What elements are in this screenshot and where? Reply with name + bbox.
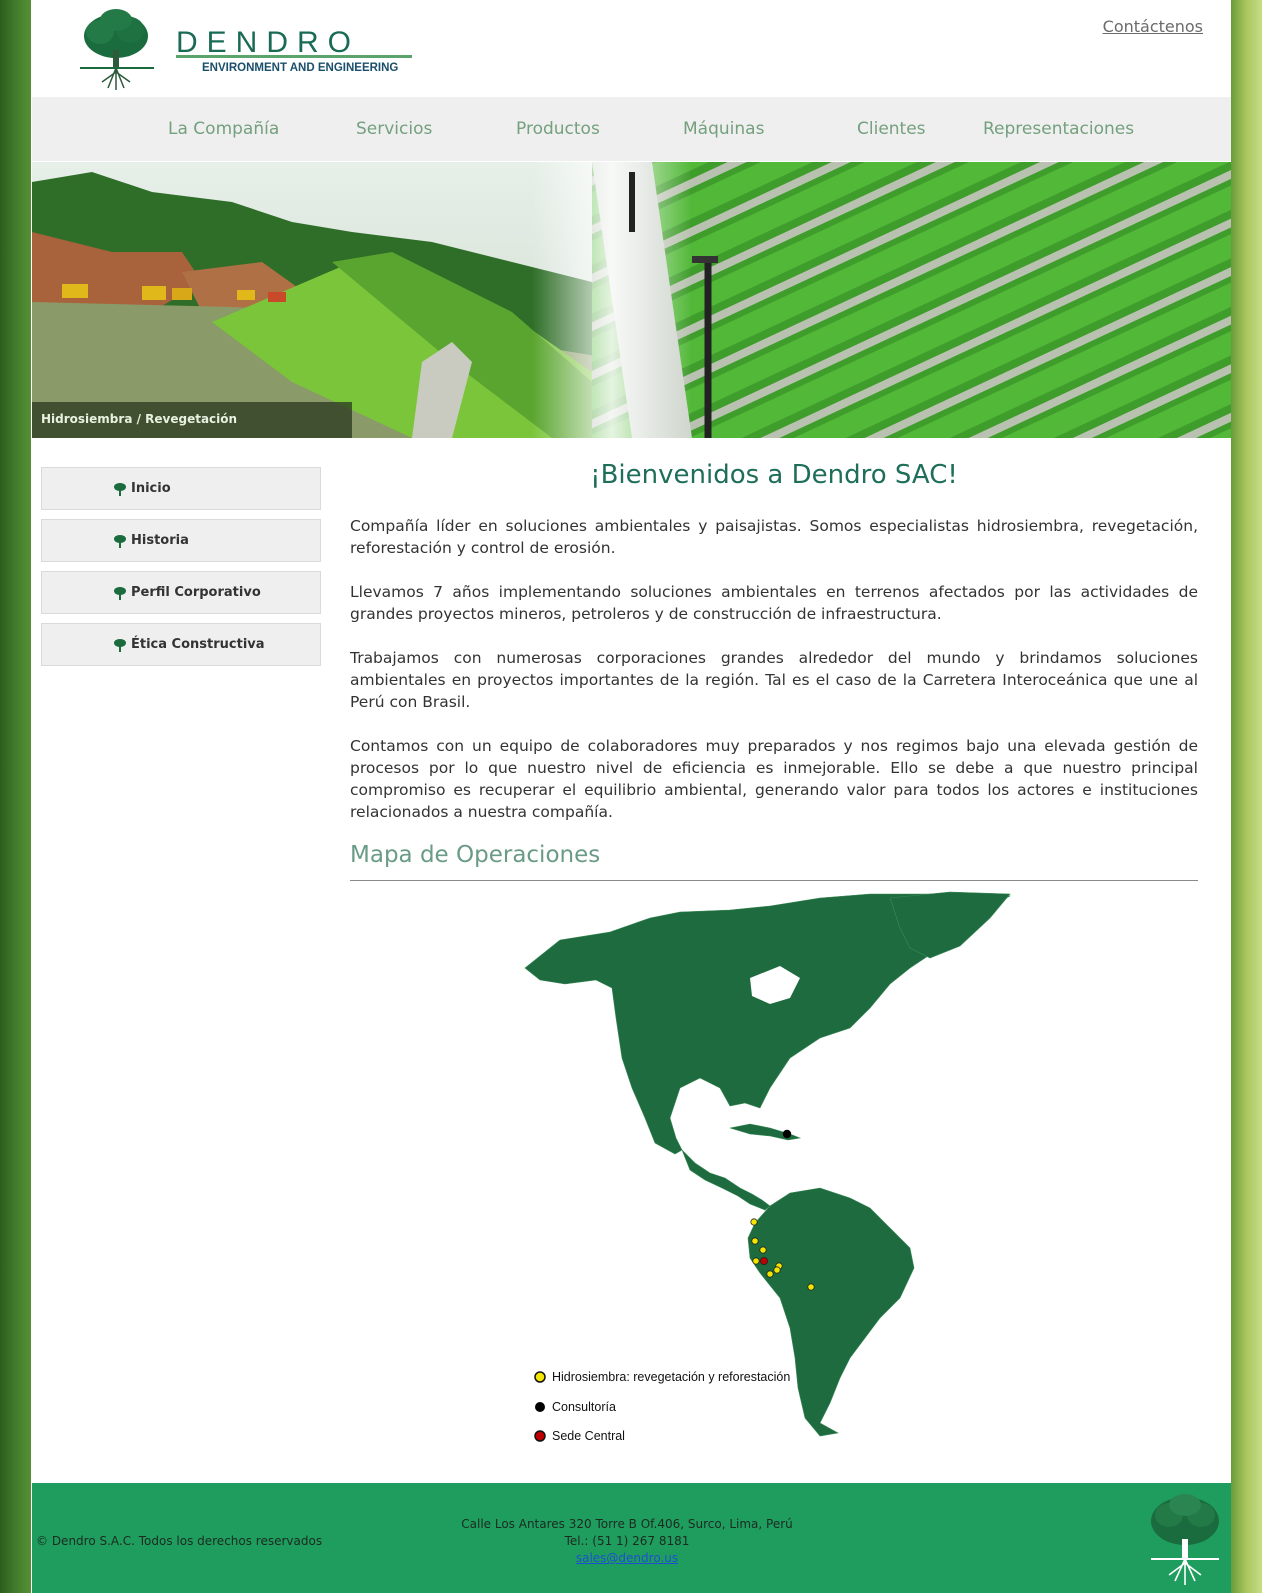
sidebar-item-label: Ética Constructiva — [131, 637, 265, 652]
legend-hidrosiembra: Hidrosiembra: revegetación y reforestaci… — [552, 1370, 790, 1384]
footer-contact: Calle Los Antares 320 Torre B Of.406, Su… — [412, 1516, 842, 1567]
hero-image — [32, 162, 1231, 438]
map-title: Mapa de Operaciones — [350, 842, 601, 868]
legend-sede-marker — [534, 1430, 546, 1442]
footer-tree-icon — [1151, 1494, 1219, 1585]
legend-consultoria-marker — [535, 1402, 545, 1412]
experience-paragraph: Llevamos 7 años implementando soluciones… — [350, 583, 1198, 623]
hero-caption: Hidrosiembra / Revegetación — [32, 402, 352, 438]
legend-sede: Sede Central — [552, 1429, 625, 1443]
sidebar-item-inicio[interactable]: Inicio — [41, 467, 321, 510]
brand-name: DENDRO — [176, 26, 360, 59]
nav-clientes[interactable]: Clientes — [857, 119, 926, 139]
page-title: ¡Bienvenidos a Dendro SAC! — [590, 460, 958, 490]
intro-paragraph: Compañía líder en soluciones ambientales… — [350, 517, 1198, 557]
footer: © Dendro S.A.C. Todos los derechos reser… — [32, 1483, 1231, 1593]
dendro-logo[interactable]: DENDRO ENVIRONMENT AND ENGINEERING — [78, 6, 428, 94]
contact-link[interactable]: Contáctenos — [1103, 17, 1203, 36]
footer-phone: Tel.: (51 1) 267 8181 — [564, 1534, 690, 1548]
main-nav: La Compañía Servicios Productos Máquinas… — [32, 97, 1231, 161]
sidebar-item-historia[interactable]: Historia — [41, 519, 321, 562]
corporations-paragraph: Trabajamos con numerosas corporaciones g… — [350, 649, 1198, 711]
legend-hidrosiembra-marker — [534, 1371, 546, 1383]
legend-consultoria: Consultoría — [552, 1400, 616, 1414]
tree-icon — [114, 639, 126, 652]
footer-email-link[interactable]: sales@dendro.us — [576, 1551, 678, 1565]
sidebar-item-label: Historia — [131, 533, 189, 548]
nav-maquinas[interactable]: Máquinas — [683, 119, 764, 139]
page: DENDRO ENVIRONMENT AND ENGINEERING Contá… — [32, 0, 1231, 1593]
tree-icon — [114, 587, 126, 600]
nav-servicios[interactable]: Servicios — [356, 119, 432, 139]
nav-la-compania[interactable]: La Compañía — [168, 119, 279, 139]
tree-icon — [114, 483, 126, 496]
map-legend: Hidrosiembra: revegetación y reforestaci… — [534, 1370, 790, 1443]
operations-map: Hidrosiembra: revegetación y reforestaci… — [524, 891, 1012, 1443]
hero-banner: Hidrosiembra / Revegetación — [32, 162, 1231, 438]
footer-copyright: © Dendro S.A.C. Todos los derechos reser… — [36, 1534, 323, 1548]
tree-logo-icon — [80, 9, 154, 90]
map-divider — [350, 880, 1198, 881]
brand-tagline: ENVIRONMENT AND ENGINEERING — [202, 62, 398, 74]
sidebar-item-etica-constructiva[interactable]: Ética Constructiva — [41, 623, 321, 666]
nav-productos[interactable]: Productos — [516, 119, 600, 139]
hero-caption-text: Hidrosiembra / Revegetación — [41, 412, 238, 426]
sidebar-item-label: Inicio — [131, 481, 171, 496]
nav-representaciones[interactable]: Representaciones — [983, 119, 1134, 139]
sidebar-item-label: Perfil Corporativo — [131, 585, 261, 600]
footer-address: Calle Los Antares 320 Torre B Of.406, Su… — [461, 1517, 793, 1531]
americas-map-image — [524, 891, 1012, 1437]
tree-icon — [114, 535, 126, 548]
team-paragraph: Contamos con un equipo de colaboradores … — [350, 737, 1198, 821]
sidebar-item-perfil-corporativo[interactable]: Perfil Corporativo — [41, 571, 321, 614]
